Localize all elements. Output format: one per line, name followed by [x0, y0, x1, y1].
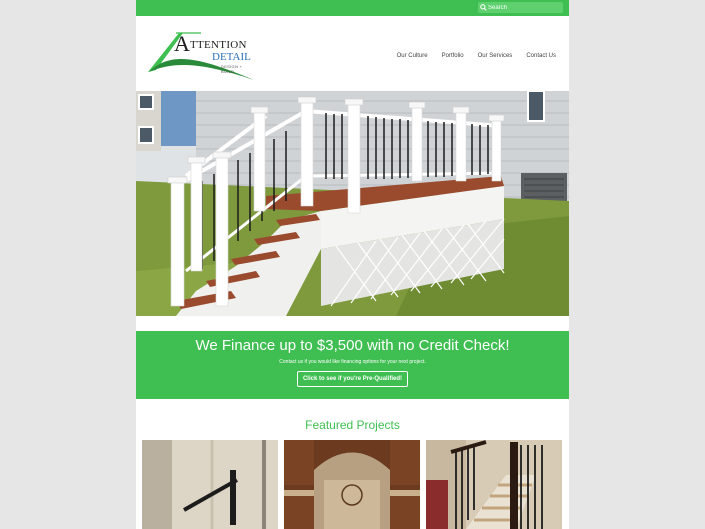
- project-card-staircase[interactable]: [426, 440, 562, 529]
- hero-image-deck: [136, 90, 569, 316]
- search-input[interactable]: [488, 4, 558, 11]
- page: A TTENTION DETAIL DESIGN + BUILD Our Cul…: [136, 0, 569, 529]
- nav-our-culture[interactable]: Our Culture: [397, 53, 428, 59]
- logo-line-detail: DETAIL: [212, 51, 251, 63]
- prequalify-button[interactable]: Click to see if you're Pre-Qualified!: [296, 371, 409, 387]
- project-card-shower[interactable]: [142, 440, 278, 529]
- main-nav: Our Culture Portfolio Our Services Conta…: [397, 53, 556, 59]
- nav-our-services[interactable]: Our Services: [478, 53, 513, 59]
- featured-projects-title: Featured Projects: [305, 418, 400, 432]
- logo-tagline: DESIGN + BUILD: [221, 64, 243, 74]
- company-logo[interactable]: A TTENTION DETAIL DESIGN + BUILD: [146, 30, 256, 86]
- finance-subtext: Contact us if you would like financing o…: [279, 359, 426, 365]
- finance-banner: We Finance up to $3,500 with no Credit C…: [136, 331, 569, 399]
- project-card-kitchen[interactable]: [284, 440, 420, 529]
- top-bar: [136, 0, 569, 16]
- logo-line-attention: TTENTION: [190, 39, 247, 51]
- finance-headline: We Finance up to $3,500 with no Credit C…: [195, 337, 510, 354]
- nav-portfolio[interactable]: Portfolio: [442, 53, 464, 59]
- site-header: A TTENTION DETAIL DESIGN + BUILD Our Cul…: [136, 16, 569, 91]
- logo-letter-a: A: [174, 31, 190, 56]
- nav-contact-us[interactable]: Contact Us: [526, 53, 556, 59]
- search-box[interactable]: [478, 2, 563, 13]
- search-icon[interactable]: [478, 2, 488, 13]
